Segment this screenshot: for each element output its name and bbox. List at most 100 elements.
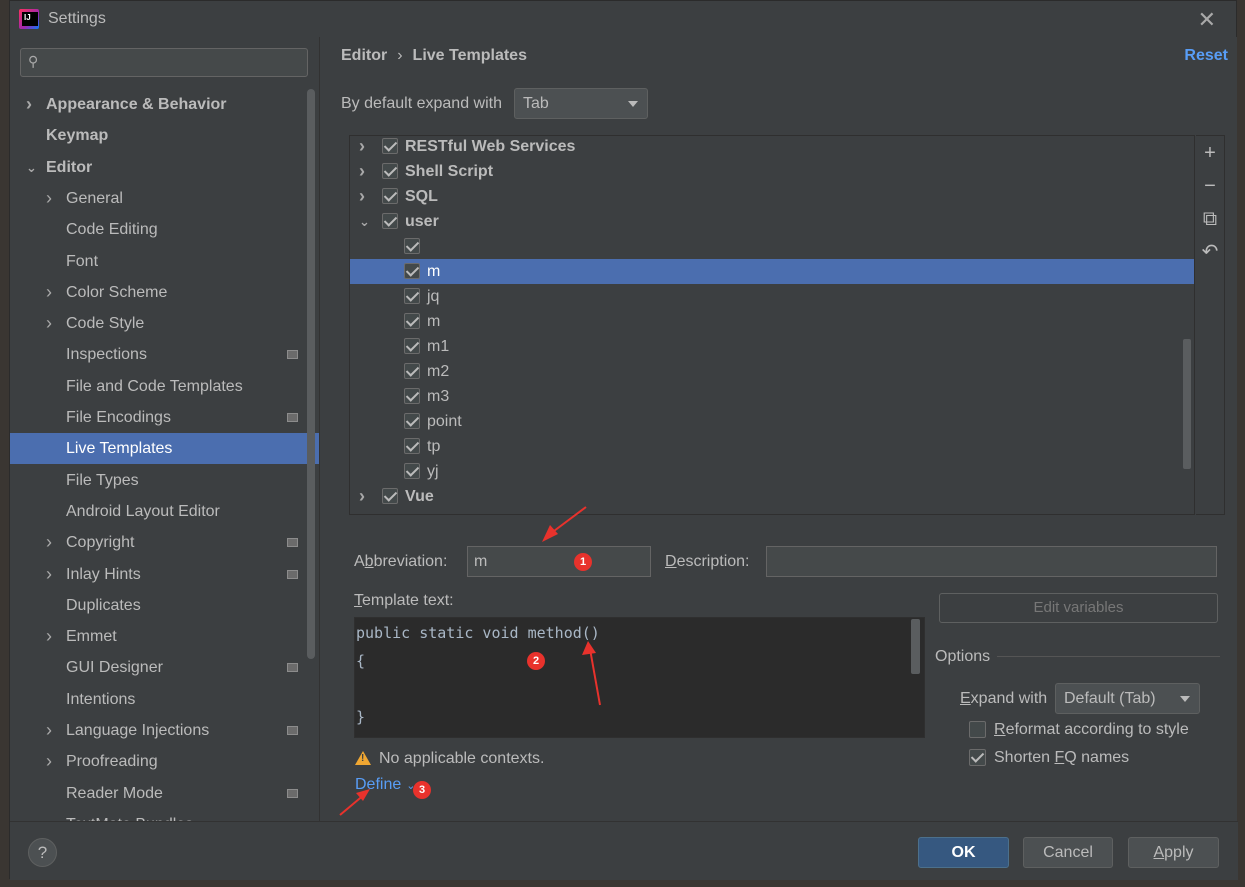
chevron-right-icon[interactable]: › [46, 277, 52, 308]
sidebar-item-file-and-code-templates[interactable]: File and Code Templates [10, 371, 319, 402]
template-row[interactable]: m2 [350, 359, 1194, 384]
template-group-row[interactable]: › SQL [350, 184, 1194, 209]
template-text-editor[interactable]: public static void method() {} [354, 617, 925, 738]
help-button[interactable]: ? [28, 838, 57, 867]
chevron-right-icon[interactable]: › [46, 621, 52, 652]
search-icon: ⚲ [28, 53, 39, 69]
description-input[interactable] [766, 546, 1217, 577]
chevron-right-icon[interactable]: › [46, 183, 52, 214]
sidebar-item-general[interactable]: › General [10, 183, 319, 214]
template-checkbox[interactable] [404, 363, 420, 379]
chevron-right-icon[interactable]: › [359, 184, 365, 209]
sidebar-item-label: Keymap [46, 127, 109, 145]
sidebar-item-emmet[interactable]: › Emmet [10, 621, 319, 652]
sidebar-item-font[interactable]: Font [10, 246, 319, 277]
template-row[interactable] [350, 234, 1194, 259]
sidebar-item-label: Copyright [66, 534, 135, 552]
template-checkbox[interactable] [404, 288, 420, 304]
template-row[interactable]: m [350, 309, 1194, 334]
sidebar-item-inlay-hints[interactable]: › Inlay Hints [10, 559, 319, 590]
cancel-button[interactable]: Cancel [1023, 837, 1113, 868]
template-checkbox[interactable] [404, 263, 420, 279]
chevron-right-icon[interactable]: › [26, 89, 32, 120]
template-checkbox[interactable] [404, 238, 420, 254]
edit-variables-button[interactable]: Edit variables [939, 593, 1218, 623]
chevron-right-icon[interactable]: › [359, 136, 365, 159]
reformat-checkbox[interactable] [969, 721, 986, 738]
copy-icon[interactable]: ⧉ [1201, 209, 1219, 229]
chevron-right-icon[interactable]: › [359, 484, 365, 509]
chevron-right-icon[interactable]: › [359, 159, 365, 184]
restore-icon[interactable]: ↶ [1201, 242, 1219, 262]
reset-link[interactable]: Reset [1184, 47, 1228, 65]
sidebar-item-color-scheme[interactable]: › Color Scheme [10, 277, 319, 308]
sidebar-item-android-layout-editor[interactable]: Android Layout Editor [10, 496, 319, 527]
template-group-row[interactable]: › RESTful Web Services [350, 136, 1194, 159]
sidebar-item-file-encodings[interactable]: File Encodings [10, 402, 319, 433]
shorten-fq-checkbox[interactable] [969, 749, 986, 766]
chevron-right-icon[interactable]: › [46, 527, 52, 558]
chevron-right-icon[interactable]: › [46, 308, 52, 339]
sidebar-item-language-injections[interactable]: › Language Injections [10, 715, 319, 746]
template-checkbox[interactable] [404, 338, 420, 354]
template-row[interactable]: m3 [350, 384, 1194, 409]
sidebar-item-intentions[interactable]: Intentions [10, 684, 319, 715]
sidebar-item-file-types[interactable]: File Types [10, 465, 319, 496]
template-checkbox[interactable] [382, 138, 398, 154]
sidebar-item-inspections[interactable]: Inspections [10, 339, 319, 370]
template-row[interactable]: m [350, 259, 1194, 284]
default-expand-select[interactable]: Tab [514, 88, 648, 119]
template-row[interactable]: m1 [350, 334, 1194, 359]
template-group-row[interactable]: › Vue [350, 484, 1194, 509]
close-icon[interactable]: ✕ [1198, 7, 1216, 33]
window-title: Settings [48, 10, 106, 27]
sidebar-item-copyright[interactable]: › Copyright [10, 527, 319, 558]
add-icon[interactable]: + [1201, 143, 1219, 163]
apply-button[interactable]: Apply [1128, 837, 1219, 868]
chevron-down-icon[interactable]: ⌄ [359, 209, 370, 234]
reformat-label[interactable]: Reformat according to style [994, 721, 1189, 739]
define-contexts-link[interactable]: Define ⌄ [355, 776, 415, 794]
template-checkbox[interactable] [382, 188, 398, 204]
template-group-row[interactable]: ⌄ user [350, 209, 1194, 234]
breadcrumb-editor[interactable]: Editor [341, 47, 387, 64]
abbreviation-input[interactable] [467, 546, 651, 577]
expand-with-select[interactable]: Default (Tab) [1055, 683, 1200, 714]
shorten-fq-label[interactable]: Shorten FQ names [994, 749, 1129, 767]
template-checkbox[interactable] [382, 488, 398, 504]
template-checkbox[interactable] [382, 213, 398, 229]
sidebar-item-gui-designer[interactable]: GUI Designer [10, 652, 319, 683]
template-checkbox[interactable] [404, 438, 420, 454]
template-checkbox[interactable] [404, 463, 420, 479]
sidebar-item-proofreading[interactable]: › Proofreading [10, 746, 319, 777]
sidebar-item-code-editing[interactable]: Code Editing [10, 214, 319, 245]
sidebar-item-appearance-behavior[interactable]: › Appearance & Behavior [10, 89, 319, 120]
chevron-right-icon[interactable]: › [46, 559, 52, 590]
sidebar-item-textmate-bundles[interactable]: TextMate Bundles [10, 809, 319, 821]
chevron-right-icon[interactable]: › [46, 715, 52, 746]
ok-button[interactable]: OK [918, 837, 1009, 868]
search-input[interactable] [47, 52, 302, 73]
sidebar-scrollbar[interactable] [307, 89, 315, 659]
template-checkbox[interactable] [404, 313, 420, 329]
sidebar-item-reader-mode[interactable]: Reader Mode [10, 778, 319, 809]
sidebar-item-live-templates[interactable]: Live Templates [10, 433, 319, 465]
sidebar-item-editor[interactable]: ⌄ Editor [10, 152, 319, 183]
template-row[interactable]: tp [350, 434, 1194, 459]
template-text-scrollbar[interactable] [911, 619, 920, 674]
template-row[interactable]: jq [350, 284, 1194, 309]
sidebar-item-keymap[interactable]: Keymap [10, 120, 319, 151]
chevron-right-icon[interactable]: › [46, 746, 52, 777]
template-row[interactable]: point [350, 409, 1194, 434]
template-row[interactable]: yj [350, 459, 1194, 484]
sidebar-item-duplicates[interactable]: Duplicates [10, 590, 319, 621]
sidebar-item-label: Code Style [66, 315, 145, 333]
template-checkbox[interactable] [382, 163, 398, 179]
template-checkbox[interactable] [404, 413, 420, 429]
chevron-down-icon[interactable]: ⌄ [26, 152, 37, 183]
template-group-row[interactable]: › Shell Script [350, 159, 1194, 184]
remove-icon[interactable]: − [1201, 176, 1219, 196]
sidebar-item-code-style[interactable]: › Code Style [10, 308, 319, 339]
search-field[interactable]: ⚲ [20, 48, 308, 77]
template-checkbox[interactable] [404, 388, 420, 404]
